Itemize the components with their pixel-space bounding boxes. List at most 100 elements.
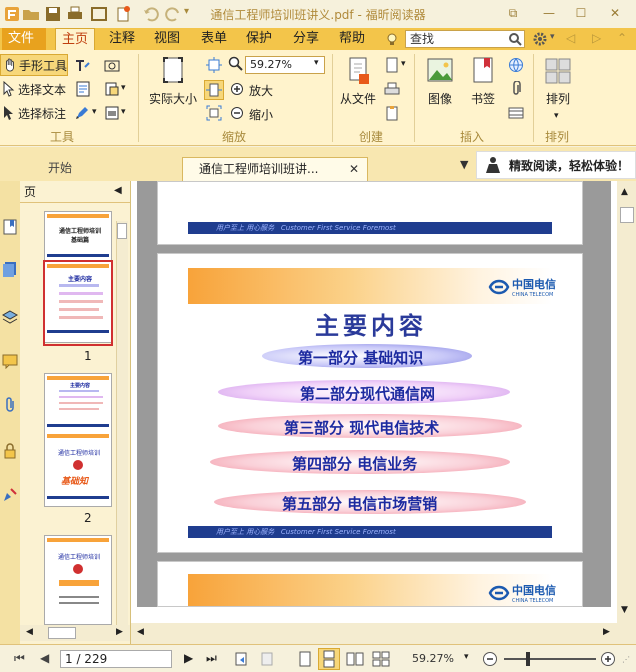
bookmark-button[interactable]: 书签 xyxy=(466,56,500,112)
snapshot-icon[interactable] xyxy=(104,57,120,73)
thumbnail-scroll-thumb[interactable] xyxy=(117,223,127,239)
edit-text-icon[interactable] xyxy=(76,81,90,97)
promo-banner[interactable]: 精致阅读，轻松体验！ xyxy=(476,151,636,179)
select-text-button[interactable]: 选择文本 xyxy=(2,79,66,99)
restore-icon[interactable]: ⧉ xyxy=(502,4,524,22)
stamp-dropdown-icon[interactable]: ▾ xyxy=(121,107,126,117)
zoom-glass-icon[interactable] xyxy=(228,56,244,72)
zoom-slider-thumb[interactable] xyxy=(526,652,530,666)
stamp-icon[interactable] xyxy=(104,105,120,121)
page-number-input[interactable]: 1 / 229 xyxy=(60,650,172,668)
zoom-out-status-icon[interactable] xyxy=(482,651,498,667)
menu-file[interactable]: 文件 xyxy=(2,28,46,50)
attach-dropdown-icon[interactable]: ▾ xyxy=(121,83,126,93)
tab-document[interactable]: 通信工程师培训班讲... ✕ xyxy=(182,157,368,181)
thumbnail-vertical-scrollbar[interactable] xyxy=(116,221,128,625)
zoom-slider-track[interactable] xyxy=(504,658,596,660)
resize-grip-icon[interactable]: ⋰ xyxy=(622,655,630,664)
search-icon[interactable] xyxy=(508,32,522,46)
collapse-panel-icon[interactable]: ◀ xyxy=(114,185,122,196)
fit-visible-icon[interactable] xyxy=(206,105,222,121)
zoom-level-dropdown-icon[interactable]: ▾ xyxy=(464,652,469,662)
bookmarks-panel-icon[interactable] xyxy=(2,219,18,235)
continuous-view-button[interactable] xyxy=(318,648,340,670)
pen-dropdown-icon[interactable]: ▾ xyxy=(92,107,97,117)
previous-view-icon[interactable] xyxy=(234,651,250,667)
security-panel-icon[interactable] xyxy=(2,443,18,459)
typewriter-icon[interactable] xyxy=(74,57,90,73)
insert-image-button[interactable]: 图像 xyxy=(422,56,458,112)
scroll-right-icon[interactable]: ▶ xyxy=(116,627,123,637)
last-page-icon[interactable]: ⏭ xyxy=(206,651,217,666)
document-viewport[interactable]: 用户至上 用心服务 Customer First Service Foremos… xyxy=(131,181,636,644)
thumbnail-page-1[interactable]: 通信工程师培训 基础篇 主要内容 xyxy=(43,211,113,346)
blank-page-icon[interactable] xyxy=(384,57,400,73)
bulb-icon[interactable] xyxy=(385,32,399,46)
menu-help[interactable]: 帮助 xyxy=(333,28,371,50)
scroll-left-icon[interactable]: ◀ xyxy=(26,627,33,637)
thumbnail-page-3[interactable]: 通信工程师培训 xyxy=(44,535,112,625)
thumbnail-page-2[interactable]: 主要内容 通信工程师培训 基础知 xyxy=(44,373,112,507)
maximize-icon[interactable]: ☐ xyxy=(570,4,592,22)
document-horizontal-scrollbar[interactable] xyxy=(131,623,636,644)
document-scroll-thumb[interactable] xyxy=(620,207,634,223)
arrange-dropdown-icon[interactable]: ▾ xyxy=(554,111,559,121)
next-view-icon[interactable] xyxy=(258,651,274,667)
document-vertical-scrollbar[interactable] xyxy=(617,181,636,623)
fit-width-button[interactable] xyxy=(204,80,224,100)
nav-back-icon[interactable]: ◁ xyxy=(566,31,575,45)
scroll-down-icon[interactable]: ▼ xyxy=(621,605,628,615)
first-page-icon[interactable]: ⏮ xyxy=(14,651,25,666)
tab-close-icon[interactable]: ✕ xyxy=(349,158,359,180)
layers-panel-icon[interactable] xyxy=(2,309,18,325)
pen-icon[interactable] xyxy=(74,105,90,121)
link-icon[interactable] xyxy=(508,57,524,73)
zoom-dropdown-icon[interactable]: ▾ xyxy=(314,58,319,68)
facing-view-icon[interactable] xyxy=(346,651,364,667)
gear-dropdown-icon[interactable]: ▾ xyxy=(550,32,555,42)
hscroll-right-icon[interactable]: ▶ xyxy=(603,627,610,637)
gear-icon[interactable] xyxy=(532,31,548,47)
blank-page-dropdown-icon[interactable]: ▾ xyxy=(401,59,406,69)
menu-form[interactable]: 表单 xyxy=(195,28,233,50)
ribbon-collapse-icon[interactable]: ⌃ xyxy=(617,31,627,45)
menu-share[interactable]: 分享 xyxy=(287,28,325,50)
select-annotation-button[interactable]: 选择标注 xyxy=(2,103,66,123)
hscroll-left-icon[interactable]: ◀ xyxy=(137,627,144,637)
next-page-icon[interactable]: ▶ xyxy=(184,651,193,665)
arrange-button[interactable]: 排列 xyxy=(540,56,576,112)
actual-size-button[interactable]: 实际大小 xyxy=(146,56,200,112)
menu-comment[interactable]: 注释 xyxy=(103,28,141,50)
menu-home[interactable]: 主页 xyxy=(55,28,96,51)
continuous-facing-view-icon[interactable] xyxy=(372,651,390,667)
minimize-icon[interactable]: — xyxy=(538,4,560,22)
hand-tool-button[interactable]: 手形工具 xyxy=(0,54,68,76)
zoom-out-button[interactable]: 缩小 xyxy=(230,104,273,124)
thumb-footer xyxy=(47,496,109,499)
close-icon[interactable]: ✕ xyxy=(604,4,626,22)
fit-page-icon[interactable] xyxy=(206,57,222,73)
attachment-clip-icon[interactable] xyxy=(508,81,524,97)
zoom-in-status-icon[interactable] xyxy=(600,651,616,667)
prev-page-icon[interactable]: ◀ xyxy=(40,651,49,665)
pages-panel-icon[interactable] xyxy=(2,261,18,277)
scroll-up-icon[interactable]: ▲ xyxy=(621,187,628,197)
tab-list-dropdown-icon[interactable]: ▼ xyxy=(460,158,468,171)
from-file-button[interactable]: 从文件 xyxy=(337,56,379,112)
zoom-select[interactable]: 59.27% xyxy=(245,56,325,74)
menu-protect[interactable]: 保护 xyxy=(240,28,278,50)
video-icon[interactable] xyxy=(508,105,524,121)
zoom-in-button[interactable]: 放大 xyxy=(230,80,273,100)
clipboard-icon[interactable] xyxy=(384,105,400,121)
search-input[interactable]: 查找 xyxy=(405,30,525,48)
attachments-panel-icon[interactable] xyxy=(2,397,18,413)
attach-icon[interactable] xyxy=(104,81,120,97)
single-page-view-icon[interactable] xyxy=(298,651,312,667)
tab-start[interactable]: 开始 xyxy=(30,157,90,181)
comments-panel-icon[interactable] xyxy=(2,353,18,369)
scanner-icon[interactable] xyxy=(384,81,400,97)
nav-forward-icon[interactable]: ▷ xyxy=(592,31,601,45)
signature-panel-icon[interactable] xyxy=(2,487,18,503)
menu-view[interactable]: 视图 xyxy=(148,28,186,50)
thumbnail-hscroll-thumb[interactable] xyxy=(48,627,76,639)
